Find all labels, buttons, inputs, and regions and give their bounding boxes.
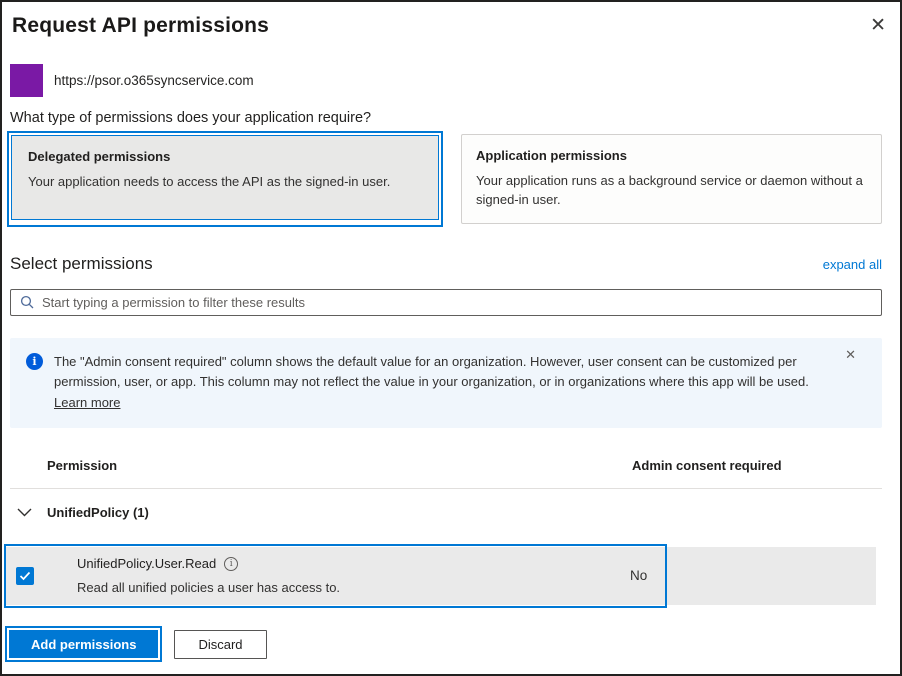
- permission-type-cards: Delegated permissions Your application n…: [2, 131, 900, 227]
- app-identity: https://psor.o365syncservice.com: [10, 64, 900, 97]
- permission-row-unifiedpolicy-user-read[interactable]: UnifiedPolicy.User.Read Read all unified…: [4, 547, 876, 605]
- page-title: Request API permissions: [12, 14, 890, 38]
- delegated-permissions-card[interactable]: Delegated permissions Your application n…: [11, 135, 439, 220]
- select-permissions-heading: Select permissions: [10, 254, 153, 274]
- permission-name: UnifiedPolicy.User.Read: [77, 556, 216, 571]
- app-logo: [10, 64, 43, 97]
- banner-text: The "Admin consent required" column show…: [54, 352, 830, 414]
- info-icon: [26, 353, 43, 370]
- column-header-admin-consent: Admin consent required: [632, 458, 782, 473]
- group-label: UnifiedPolicy (1): [47, 505, 149, 520]
- check-icon: [19, 571, 31, 581]
- add-permissions-focus-ring: Add permissions: [5, 626, 162, 662]
- dialog-footer: Add permissions Discard: [5, 626, 882, 662]
- info-tooltip-icon[interactable]: [224, 557, 238, 571]
- card-title: Application permissions: [476, 148, 867, 163]
- close-icon[interactable]: ✕: [870, 16, 886, 35]
- search-input[interactable]: [10, 289, 882, 316]
- permission-search: [10, 289, 882, 316]
- card-description: Your application runs as a background se…: [476, 172, 867, 210]
- delegated-permissions-card-focus: Delegated permissions Your application n…: [7, 131, 443, 227]
- permission-checkbox[interactable]: [16, 567, 34, 585]
- dialog-header: Request API permissions: [2, 2, 900, 38]
- discard-button[interactable]: Discard: [174, 630, 266, 659]
- admin-consent-value: No: [630, 568, 647, 583]
- column-header-permission: Permission: [47, 458, 117, 473]
- add-permissions-button[interactable]: Add permissions: [9, 630, 158, 658]
- search-icon: [20, 295, 34, 314]
- app-url: https://psor.o365syncservice.com: [54, 73, 254, 88]
- learn-more-link[interactable]: Learn more: [54, 395, 120, 410]
- application-permissions-card[interactable]: Application permissions Your application…: [461, 134, 882, 224]
- banner-message: The "Admin consent required" column show…: [54, 354, 809, 390]
- select-permissions-row: Select permissions expand all: [10, 254, 882, 274]
- card-description: Your application needs to access the API…: [28, 173, 422, 192]
- request-api-permissions-dialog: Request API permissions ✕ https://psor.o…: [0, 0, 902, 676]
- admin-consent-info-banner: The "Admin consent required" column show…: [10, 338, 882, 428]
- permission-description: Read all unified policies a user has acc…: [77, 580, 340, 595]
- expand-all-link[interactable]: expand all: [823, 257, 882, 272]
- card-title: Delegated permissions: [28, 149, 422, 164]
- banner-close-icon[interactable]: ✕: [845, 348, 856, 363]
- row-selection-outline: [4, 544, 667, 608]
- permission-group-unifiedpolicy[interactable]: UnifiedPolicy (1): [10, 489, 882, 535]
- permissions-table-header: Permission Admin consent required: [10, 456, 882, 482]
- permission-type-question: What type of permissions does your appli…: [10, 110, 900, 126]
- chevron-down-icon[interactable]: [17, 508, 39, 517]
